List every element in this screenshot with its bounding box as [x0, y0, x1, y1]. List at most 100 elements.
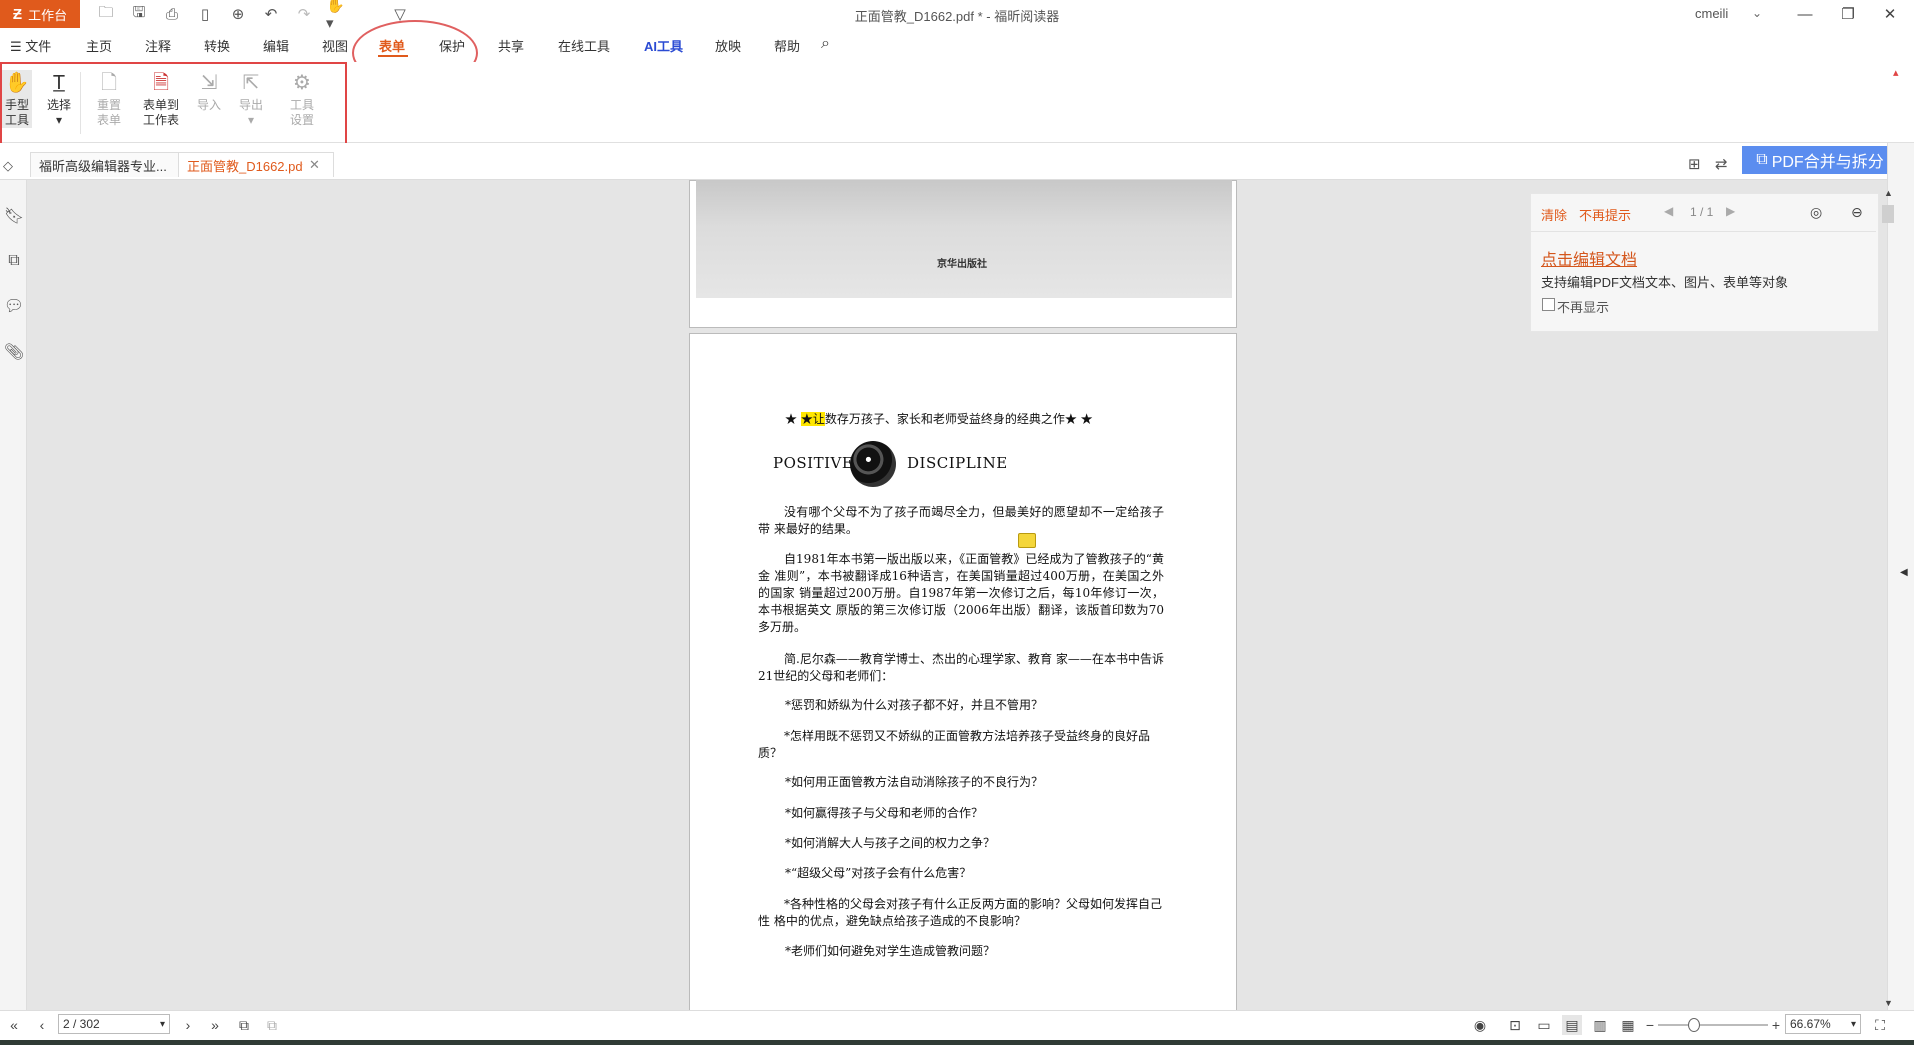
globe-logo-icon — [850, 441, 896, 487]
minimize-icon[interactable]: — — [1785, 2, 1825, 26]
scroll-down-icon[interactable]: ▼ — [1884, 998, 1893, 1008]
open-folder-icon[interactable]: 🗀 — [95, 4, 117, 24]
scanned-cover-image — [696, 180, 1232, 298]
doc-tab-editor[interactable]: 福昕高级编辑器专业... — [30, 152, 198, 177]
list-item: *老师们如何避免对学生造成管教问题？ — [785, 944, 996, 958]
user-dropdown-icon[interactable]: ⌄ — [1752, 6, 1762, 20]
tab-list-icon[interactable]: ◇ — [3, 158, 13, 174]
pages-icon[interactable]: ⧉ — [4, 251, 24, 271]
print-icon[interactable]: ⎙ — [161, 4, 183, 24]
close-icon[interactable]: ✕ — [1870, 2, 1910, 26]
collapse-panel-icon[interactable]: ⊖ — [1851, 204, 1863, 221]
tab-online-tools[interactable]: 在线工具 — [558, 36, 610, 55]
tab-slideshow[interactable]: 放映 — [715, 36, 741, 55]
list-item: *惩罚和娇纵为什么对孩子都不好，并且不管用？ — [785, 698, 1044, 712]
clear-button[interactable]: 清除 — [1541, 205, 1567, 224]
list-item: *“超级父母”对孩子会有什么危害？ — [785, 866, 972, 880]
attachment-icon[interactable]: 📎︎ — [4, 342, 24, 362]
save-icon[interactable]: 🖫 — [128, 4, 150, 24]
search-icon[interactable]: ⌕ — [821, 35, 830, 53]
discipline-heading: DISCIPLINE — [907, 454, 1008, 472]
scroll-up-icon[interactable]: ▲ — [1884, 188, 1893, 198]
tab-view[interactable]: 视图 — [322, 36, 348, 55]
fullscreen-icon[interactable]: ⛶ — [1870, 1015, 1890, 1035]
zoom-level-input[interactable]: 66.67% ▾ — [1785, 1014, 1861, 1034]
doc-tab-current[interactable]: 正面管教_D1662.pdf ✕ — [178, 152, 334, 177]
new-doc-icon[interactable]: ▯ — [194, 4, 216, 24]
dont-show-label: 不再显示 — [1557, 300, 1610, 315]
last-page-icon[interactable]: » — [205, 1015, 225, 1035]
paragraph: 自1981年本书第一版出版以来，《正面管教》已经成为了管教孩子的“黄金 准则”，… — [758, 552, 1164, 634]
zoom-out-icon[interactable]: − — [1640, 1015, 1660, 1035]
tab-file[interactable]: ☰ 文件 — [10, 36, 51, 55]
highlighted-text: ★让 — [800, 412, 825, 426]
scroll-top-spacer — [1884, 180, 1898, 181]
grid-view-icon[interactable]: ⊞ — [1688, 155, 1701, 173]
merge-icon: ⧉ — [1756, 151, 1768, 168]
create-pdf-icon[interactable]: ⊕ — [227, 4, 249, 24]
undo-icon[interactable]: ↶ — [260, 4, 282, 24]
close-tab-icon[interactable]: ✕ — [309, 157, 320, 173]
list-item: *如何赢得孩子与父母和老师的合作？ — [785, 806, 984, 820]
edit-document-link[interactable]: 点击编辑文档 — [1541, 246, 1637, 270]
two-page-icon[interactable]: ▥ — [1590, 1015, 1610, 1035]
first-page-icon[interactable]: « — [4, 1015, 24, 1035]
edit-tip-description: 支持编辑PDF文档文本、图片、表单等对象 — [1541, 275, 1789, 290]
restore-icon[interactable]: ❐ — [1828, 2, 1868, 26]
tab-ai-tools[interactable]: AI工具 — [644, 36, 683, 55]
prev-view-icon[interactable]: ⧉ — [234, 1015, 254, 1035]
pdf-merge-split-button[interactable]: ⧉ PDF合并与拆分 — [1742, 146, 1898, 174]
next-tip-icon[interactable]: ▶ — [1726, 204, 1735, 218]
tab-home[interactable]: 主页 — [86, 36, 112, 55]
paragraph: 没有哪个父母不为了孩子而竭尽全力，但最美好的愿望却不一定给孩子带 来最好的结果。 — [758, 505, 1164, 536]
tab-comment[interactable]: 注释 — [145, 36, 171, 55]
list-item: *如何用正面管教方法自动消除孩子的不良行为？ — [785, 775, 1044, 789]
read-mode-icon[interactable]: ◉ — [1470, 1015, 1490, 1035]
zoom-slider-track[interactable] — [1658, 1024, 1768, 1026]
single-page-icon[interactable]: ▭ — [1534, 1015, 1554, 1035]
title-bar — [0, 0, 1914, 29]
redo-icon[interactable]: ↷ — [293, 4, 315, 24]
tab-edit[interactable]: 编辑 — [263, 36, 289, 55]
fit-page-icon[interactable]: ⊡ — [1505, 1015, 1525, 1035]
foxit-logo-icon: Ƶ — [12, 5, 23, 23]
user-name[interactable]: cmeili — [1695, 6, 1728, 21]
sticky-note-icon[interactable] — [1018, 533, 1036, 548]
tab-convert[interactable]: 转换 — [204, 36, 230, 55]
paragraph: 简.尼尔森——教育学博士、杰出的心理学家、教育 家——在本书中告诉21世纪的父母… — [758, 652, 1164, 683]
tab-share[interactable]: 共享 — [498, 36, 524, 55]
taskbar-strip — [0, 1040, 1914, 1045]
compare-icon[interactable]: ⇄ — [1715, 155, 1728, 173]
tip-pager: 1 / 1 — [1690, 205, 1714, 219]
settings-icon[interactable]: ◎ — [1810, 204, 1822, 221]
page-number-input[interactable]: 2 / 302 ▾ — [58, 1014, 170, 1034]
list-item: *怎样用既不惩罚又不娇纵的正面管教方法培养孩子受益终身的良好品质？ — [758, 729, 1151, 760]
ribbon-collapse-icon[interactable]: ▴ — [1893, 66, 1899, 79]
tab-help[interactable]: 帮助 — [774, 36, 800, 55]
two-page-continuous-icon[interactable]: ▦ — [1618, 1015, 1638, 1035]
page-tagline: ★ ★让数存万孩子、家长和老师受益终身的经典之作★ ★ — [785, 412, 1093, 426]
bookmark-icon[interactable]: 🔖︎ — [4, 206, 24, 226]
dropdown-arrow-icon: ▾ — [159, 1018, 165, 1030]
scrollbar-thumb[interactable] — [1882, 205, 1894, 223]
panel-divider — [1531, 231, 1876, 232]
comments-icon[interactable]: 💬︎ — [4, 296, 24, 316]
prev-tip-icon[interactable]: ◀ — [1664, 204, 1673, 218]
workbench-label: 工作台 — [28, 7, 68, 23]
list-item: *如何消解大人与孩子之间的权力之争？ — [785, 836, 996, 850]
list-item: *各种性格的父母会对孩子有什么正反两方面的影响？父母如何发挥自己性 格中的优点，… — [758, 897, 1163, 928]
prev-page-icon[interactable]: ‹ — [32, 1015, 52, 1035]
continuous-page-icon[interactable]: ▤ — [1562, 1015, 1582, 1035]
dropdown-arrow-icon: ▾ — [1850, 1018, 1856, 1030]
next-view-icon[interactable]: ⧉ — [262, 1015, 282, 1035]
dont-show-checkbox[interactable] — [1542, 298, 1555, 311]
workbench-button[interactable]: Ƶ 工作台 — [0, 0, 80, 28]
expand-right-panel-icon[interactable]: ◀ — [1900, 567, 1908, 578]
hand-dropdown-icon[interactable]: ✋▾ — [326, 0, 348, 32]
zoom-slider-handle[interactable] — [1688, 1018, 1700, 1032]
zoom-in-icon[interactable]: + — [1766, 1015, 1786, 1035]
positive-heading: POSITIVE — [773, 454, 854, 472]
publisher-text: 京华出版社 — [937, 259, 987, 270]
next-page-icon[interactable]: › — [178, 1015, 198, 1035]
no-remind-button[interactable]: 不再提示 — [1579, 205, 1631, 224]
